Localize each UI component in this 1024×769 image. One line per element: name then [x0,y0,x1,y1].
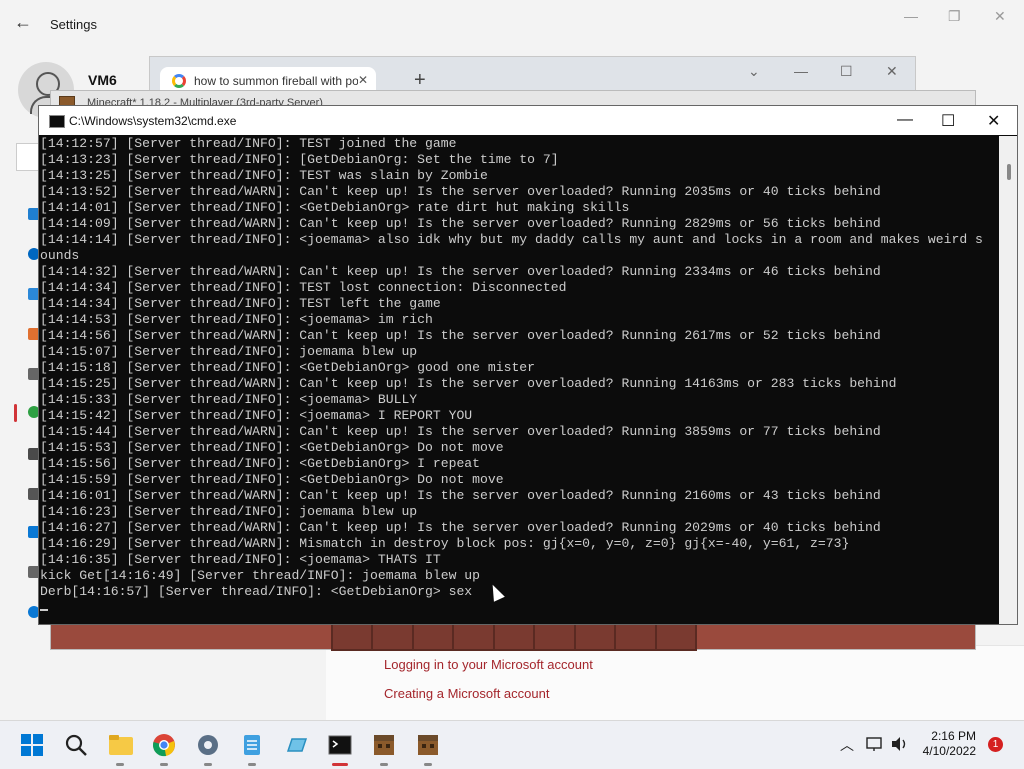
console-line: [14:15:18] [Server thread/INFO]: <GetDeb… [40,360,536,375]
folder-icon [109,735,133,755]
app-icon [286,738,308,752]
cmd-taskbar-button[interactable] [328,733,352,757]
settings-button[interactable] [196,733,220,757]
cmd-titlebar[interactable]: C:\Windows\system32\cmd.exe — ☐ ✕ [39,106,1017,135]
console-line: [14:14:56] [Server thread/WARN]: Can't k… [40,328,881,343]
running-indicator [248,763,256,766]
console-line: [14:16:29] [Server thread/WARN]: Mismatc… [40,536,850,551]
tab-title: how to summon fireball with po [194,74,358,88]
console-line: [14:14:09] [Server thread/WARN]: Can't k… [40,216,881,231]
console-line: [14:16:01] [Server thread/WARN]: Can't k… [40,488,881,503]
console-line: [14:13:25] [Server thread/INFO]: TEST wa… [40,168,488,183]
cmd-maximize-icon[interactable]: ☐ [941,111,955,131]
running-indicator [160,763,168,766]
gear-icon [198,735,218,755]
console-line: [14:15:59] [Server thread/INFO]: <GetDeb… [40,472,504,487]
console-line: [14:15:07] [Server thread/INFO]: joemama… [40,344,418,359]
cmd-window: C:\Windows\system32\cmd.exe — ☐ ✕ [14:12… [38,105,1018,625]
console-line: [14:14:01] [Server thread/INFO]: <GetDeb… [40,200,630,215]
google-icon [172,74,186,88]
cmd-icon [49,115,65,128]
console-line: [14:14:32] [Server thread/WARN]: Can't k… [40,264,881,279]
console-line: [14:15:33] [Server thread/INFO]: <joemam… [40,392,418,407]
minecraft-button-1[interactable] [372,733,396,757]
console-line: [14:15:56] [Server thread/INFO]: <GetDeb… [40,456,481,471]
clock-date: 4/10/2022 [922,744,976,758]
close-icon[interactable]: ✕ [994,8,1006,25]
console-prompt-line[interactable] [39,600,997,616]
tab-close-icon[interactable]: ✕ [358,73,368,87]
cmd-close-icon[interactable]: ✕ [987,111,1000,131]
taskbar: ︿ 2:16 PM 4/10/2022 1 [0,720,1024,769]
console-line: [14:15:53] [Server thread/INFO]: <GetDeb… [40,440,504,455]
user-name: VM6 [88,72,117,88]
file-explorer-button[interactable] [108,733,133,757]
minecraft-button-2[interactable] [416,733,440,757]
chrome-close-icon[interactable]: ✕ [886,63,898,80]
console-line: [14:14:34] [Server thread/INFO]: TEST le… [40,296,441,311]
tab-search-chevron-icon[interactable]: ⌄ [748,63,760,80]
speaker-icon[interactable] [890,736,910,752]
text-cursor [40,609,48,611]
clock[interactable]: 2:16 PM 4/10/2022 [920,729,976,759]
console-line: [14:15:44] [Server thread/WARN]: Can't k… [40,424,881,439]
running-indicator [116,763,124,766]
cmd-minimize-icon[interactable]: — [897,111,913,129]
console-line: [14:12:57] [Server thread/INFO]: TEST jo… [40,136,457,151]
console-line: [14:14:34] [Server thread/INFO]: TEST lo… [40,280,567,295]
clock-time: 2:16 PM [931,729,976,743]
scrollbar-thumb[interactable] [1007,164,1011,180]
link-logging-in[interactable]: Logging in to your Microsoft account [384,657,593,672]
console-line: [14:14:14] [Server thread/INFO]: <joemam… [40,232,983,247]
console-line: [14:15:42] [Server thread/INFO]: <joemam… [40,408,473,423]
network-icon[interactable] [866,736,884,752]
console-output[interactable]: [14:12:57] [Server thread/INFO]: TEST jo… [39,136,997,624]
minimize-icon[interactable]: — [904,8,918,24]
running-indicator [204,763,212,766]
settings-title: Settings [50,17,97,32]
minecraft-launcher-icon [374,735,394,755]
new-tab-icon[interactable]: + [414,69,426,92]
running-indicator [380,763,388,766]
console-line: kick Get[14:16:49] [Server thread/INFO]:… [40,568,481,583]
search-icon [65,734,87,756]
chrome-button[interactable] [152,733,176,757]
running-indicator [424,763,432,766]
minecraft-hotbar [331,623,697,651]
restore-icon[interactable]: ❐ [948,8,961,25]
start-button[interactable] [20,733,44,757]
notepad-button[interactable] [240,733,264,757]
console-line: [14:15:25] [Server thread/WARN]: Can't k… [40,376,897,391]
chrome-minimize-icon[interactable]: — [794,63,808,79]
chrome-maximize-icon[interactable]: ☐ [840,63,853,80]
back-arrow-icon[interactable]: ← [14,12,32,33]
console-line: [14:16:27] [Server thread/WARN]: Can't k… [40,520,881,535]
console-line: [14:14:53] [Server thread/INFO]: <joemam… [40,312,433,327]
app-button[interactable] [284,733,308,757]
windows-logo-icon [21,734,43,756]
scrollbar[interactable] [999,136,1017,624]
console-line: [14:13:23] [Server thread/INFO]: [GetDeb… [40,152,559,167]
minecraft-game-icon [418,735,438,755]
search-button[interactable] [64,733,88,757]
active-indicator [332,763,348,766]
console-line: [14:16:23] [Server thread/INFO]: joemama… [40,504,418,519]
console-line: [14:13:52] [Server thread/WARN]: Can't k… [40,184,881,199]
chrome-icon [153,734,175,757]
terminal-icon [328,735,352,755]
notepad-icon [244,735,260,755]
console-line: ounds [40,248,80,263]
selected-indicator [14,404,17,422]
console-line: [14:16:35] [Server thread/INFO]: <joemam… [40,552,441,567]
link-creating-account[interactable]: Creating a Microsoft account [384,686,549,701]
console-line: Derb[14:16:57] [Server thread/INFO]: <Ge… [40,584,473,599]
cmd-title: C:\Windows\system32\cmd.exe [69,114,237,128]
chevron-up-icon[interactable]: ︿ [840,735,854,755]
notification-badge[interactable]: 1 [988,737,1003,752]
